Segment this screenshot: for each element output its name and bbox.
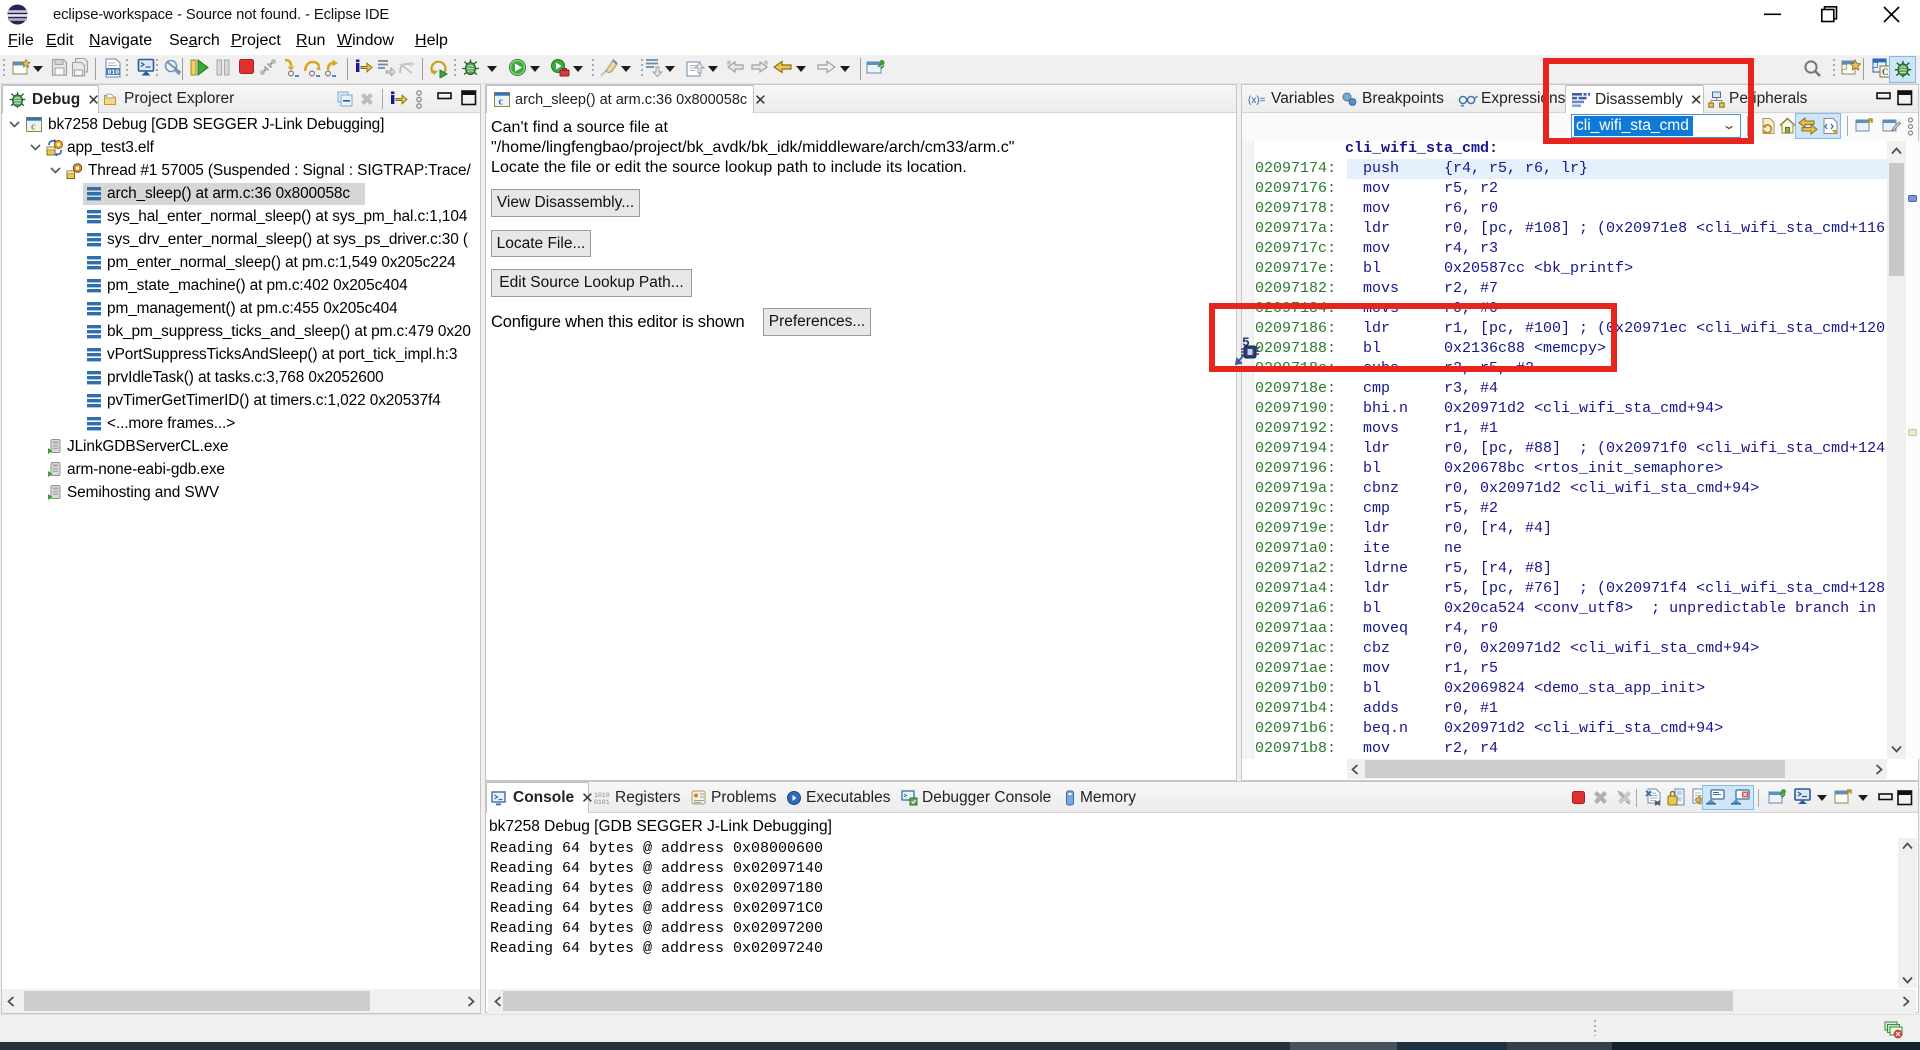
svg-text:0101: 0101 — [594, 799, 610, 805]
svg-text:C: C — [1882, 67, 1889, 77]
svg-text:010: 010 — [108, 69, 120, 76]
svg-text:c: c — [499, 96, 504, 107]
svg-text:(x)=: (x)= — [1248, 95, 1266, 106]
svg-text:1010: 1010 — [594, 792, 610, 799]
svg-text:c: c — [31, 122, 36, 133]
